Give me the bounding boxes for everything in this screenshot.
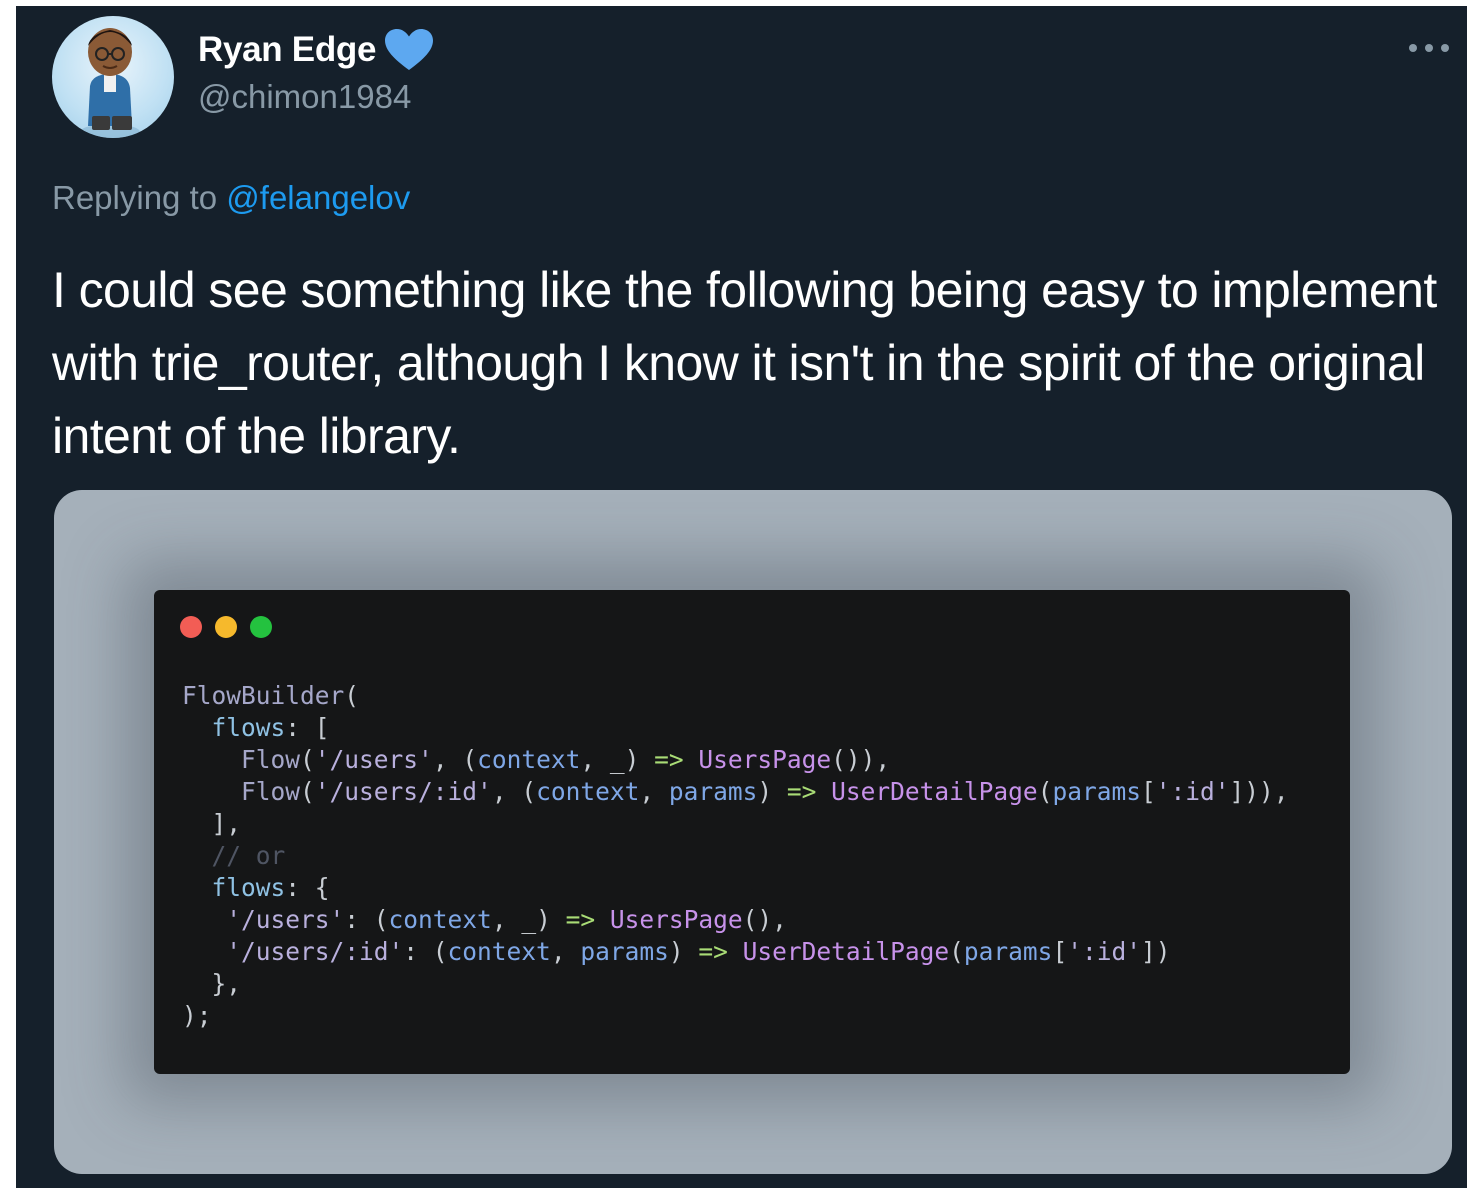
code-window: FlowBuilder( flows: [ Flow('/users', (co… <box>154 590 1350 1074</box>
code-token: => <box>565 905 596 934</box>
code-token: '/users/:id' <box>314 777 492 806</box>
minimize-dot-icon <box>215 616 237 638</box>
code-token: ( <box>300 777 315 806</box>
code-token: => <box>786 777 817 806</box>
code-token: context <box>447 937 551 966</box>
code-token: ], <box>182 809 242 838</box>
code-token: Flow <box>241 745 301 774</box>
code-token: : { <box>285 873 330 902</box>
window-controls <box>180 616 285 638</box>
code-line: flows: [ <box>182 712 1289 744</box>
code-token: params <box>1052 777 1141 806</box>
code-token: , ( <box>491 777 537 806</box>
author-handle[interactable]: @chimon1984 <box>198 76 411 118</box>
code-token: ) <box>757 777 787 806</box>
code-token: flows <box>211 873 286 902</box>
code-token: , ( <box>432 745 478 774</box>
code-token: '/users' <box>226 905 345 934</box>
code-token: context <box>536 777 640 806</box>
code-token: , _) <box>580 745 655 774</box>
avatar[interactable] <box>52 16 174 138</box>
more-dot <box>1425 44 1433 52</box>
code-token: ( <box>300 745 315 774</box>
code-token: ); <box>182 1001 212 1030</box>
code-token: : ( <box>344 905 389 934</box>
tweet-media-image[interactable]: FlowBuilder( flows: [ Flow('/users', (co… <box>54 490 1452 1174</box>
code-token: , _) <box>491 905 566 934</box>
code-token: UserDetailPage <box>831 777 1038 806</box>
close-dot-icon <box>180 616 202 638</box>
code-token: context <box>388 905 492 934</box>
verified-heart-icon <box>384 28 434 72</box>
code-token: ( <box>1037 777 1053 806</box>
more-dot <box>1409 44 1417 52</box>
avatar-illustration-icon <box>80 28 140 138</box>
code-line: Flow('/users', (context, _) => UsersPage… <box>182 744 1289 776</box>
code-token: }, <box>182 969 242 998</box>
code-line: FlowBuilder( <box>182 680 1289 712</box>
code-token: => <box>698 937 728 966</box>
code-token: ':id' <box>1155 777 1230 806</box>
code-token: [ <box>1140 777 1156 806</box>
more-options-icon[interactable] <box>1409 36 1449 60</box>
code-token: (), <box>742 905 787 934</box>
code-token: UsersPage <box>609 905 743 934</box>
code-token: ) <box>668 937 699 966</box>
code-line: Flow('/users/:id', (context, params) => … <box>182 776 1289 808</box>
more-dot <box>1441 44 1449 52</box>
code-token: ( <box>949 937 964 966</box>
code-line: ); <box>182 1000 1289 1032</box>
code-token: [ <box>1052 937 1068 966</box>
code-line: ], <box>182 808 1289 840</box>
code-token: ()), <box>831 745 891 774</box>
code-token: params <box>963 937 1053 966</box>
reply-mention-link[interactable]: @felangelov <box>226 179 410 216</box>
code-token: ( <box>344 681 360 710</box>
code-token: params <box>580 937 669 966</box>
author-name-row[interactable]: Ryan Edge <box>198 28 434 72</box>
code-token: ])), <box>1229 777 1289 806</box>
code-token: , <box>639 777 669 806</box>
code-line: // or <box>182 840 1289 872</box>
code-block: FlowBuilder( flows: [ Flow('/users', (co… <box>182 680 1289 1032</box>
code-token: '/users/:id' <box>226 937 404 966</box>
replying-to: Replying to @felangelov <box>52 178 410 218</box>
code-token: , <box>550 937 581 966</box>
maximize-dot-icon <box>250 616 272 638</box>
tweet-card: Ryan Edge @chimon1984 Replying to @felan… <box>16 6 1467 1188</box>
code-line: }, <box>182 968 1289 1000</box>
code-token: ':id' <box>1067 937 1141 966</box>
code-token: => <box>654 745 684 774</box>
code-line: flows: { <box>182 872 1289 904</box>
tweet-text: I could see something like the following… <box>52 262 1437 464</box>
reply-prefix: Replying to <box>52 179 218 216</box>
code-token: ]) <box>1140 937 1171 966</box>
code-token: // or <box>211 841 286 870</box>
display-name[interactable]: Ryan Edge <box>198 28 376 72</box>
code-line: '/users/:id': (context, params) => UserD… <box>182 936 1289 968</box>
code-token: params <box>668 777 758 806</box>
code-token: : [ <box>285 713 330 742</box>
code-token: context <box>477 745 581 774</box>
code-token: flows <box>211 713 286 742</box>
code-token: UserDetailPage <box>742 937 950 966</box>
code-line: '/users': (context, _) => UsersPage(), <box>182 904 1289 936</box>
code-token: UsersPage <box>698 745 832 774</box>
code-token: '/users' <box>314 745 433 774</box>
code-token: Flow <box>241 777 301 806</box>
code-token: FlowBuilder <box>182 681 345 710</box>
code-token: : ( <box>403 937 448 966</box>
